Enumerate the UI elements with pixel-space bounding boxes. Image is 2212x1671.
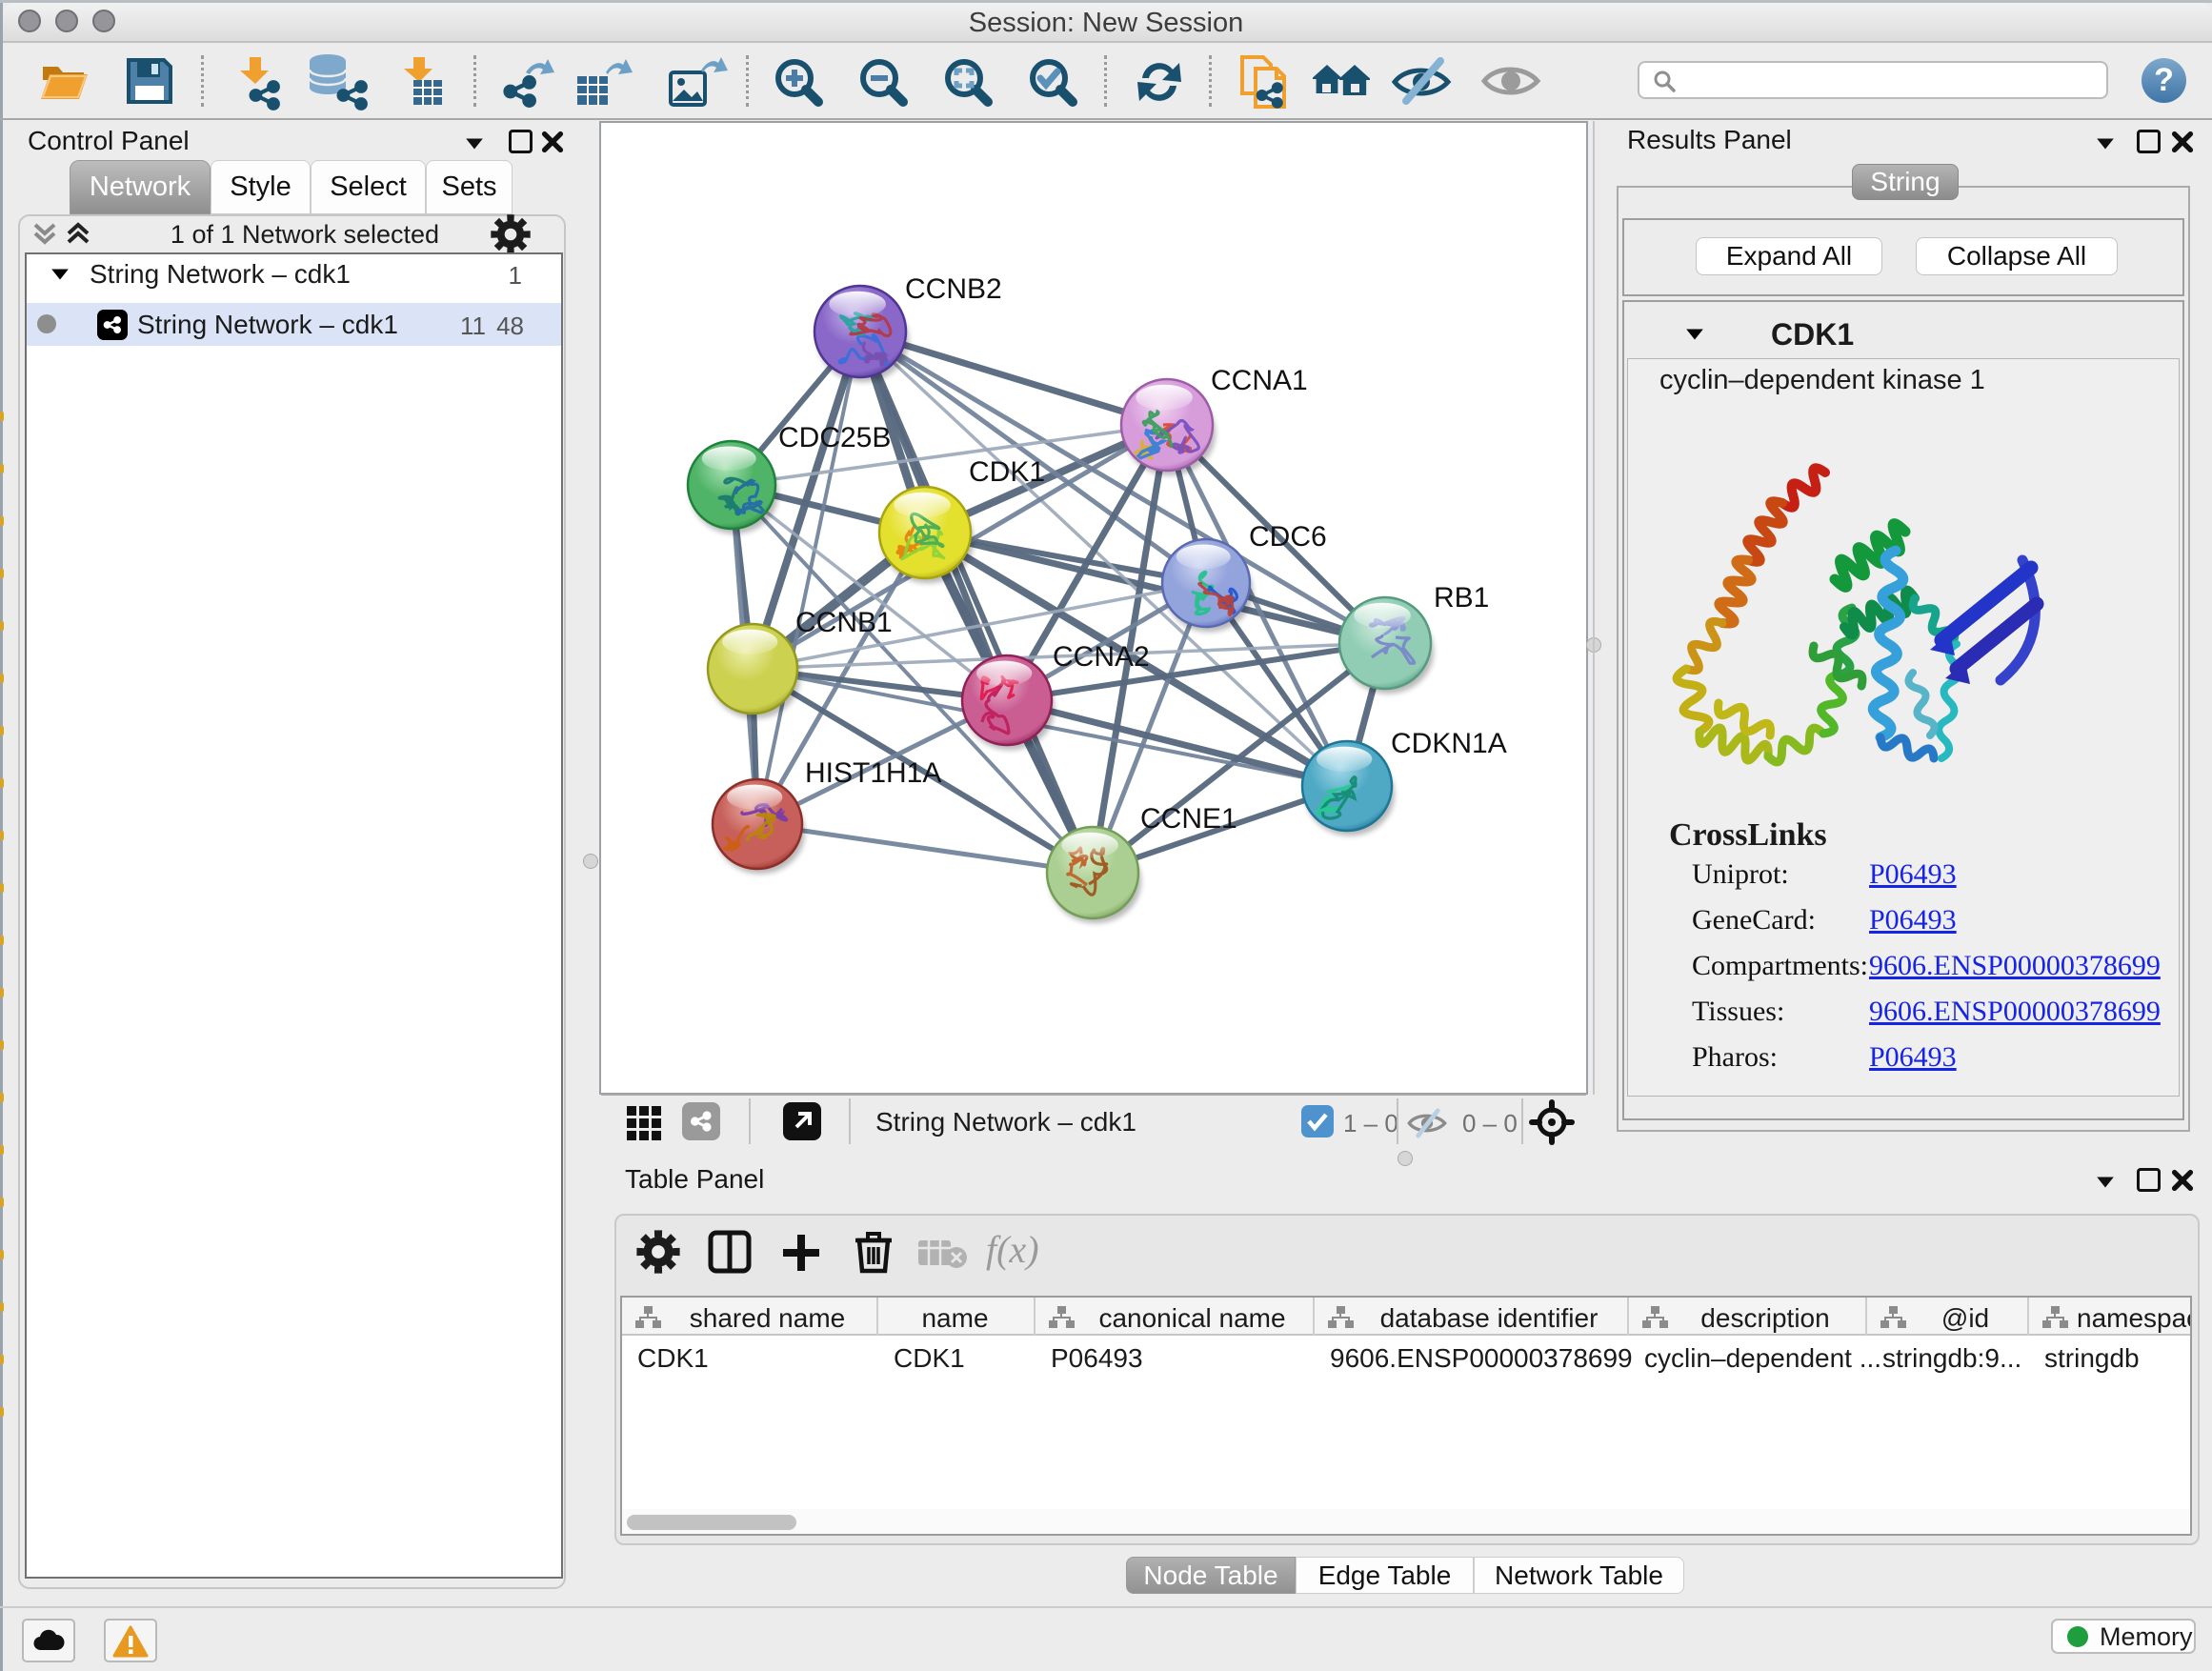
svg-text:CDKN1A: CDKN1A	[1391, 728, 1507, 759]
svg-text:CCNB1: CCNB1	[795, 607, 893, 638]
svg-text:CCNA1: CCNA1	[1211, 365, 1308, 396]
svg-text:CCNE1: CCNE1	[1140, 803, 1237, 835]
svg-text:CDC25B: CDC25B	[778, 422, 891, 453]
svg-text:CDC6: CDC6	[1249, 521, 1327, 553]
svg-text:CCNA2: CCNA2	[1053, 641, 1150, 673]
svg-text:RB1: RB1	[1434, 582, 1489, 614]
svg-text:HIST1H1A: HIST1H1A	[805, 757, 941, 789]
svg-text:CCNB2: CCNB2	[905, 273, 1002, 305]
svg-text:CDK1: CDK1	[969, 456, 1045, 488]
